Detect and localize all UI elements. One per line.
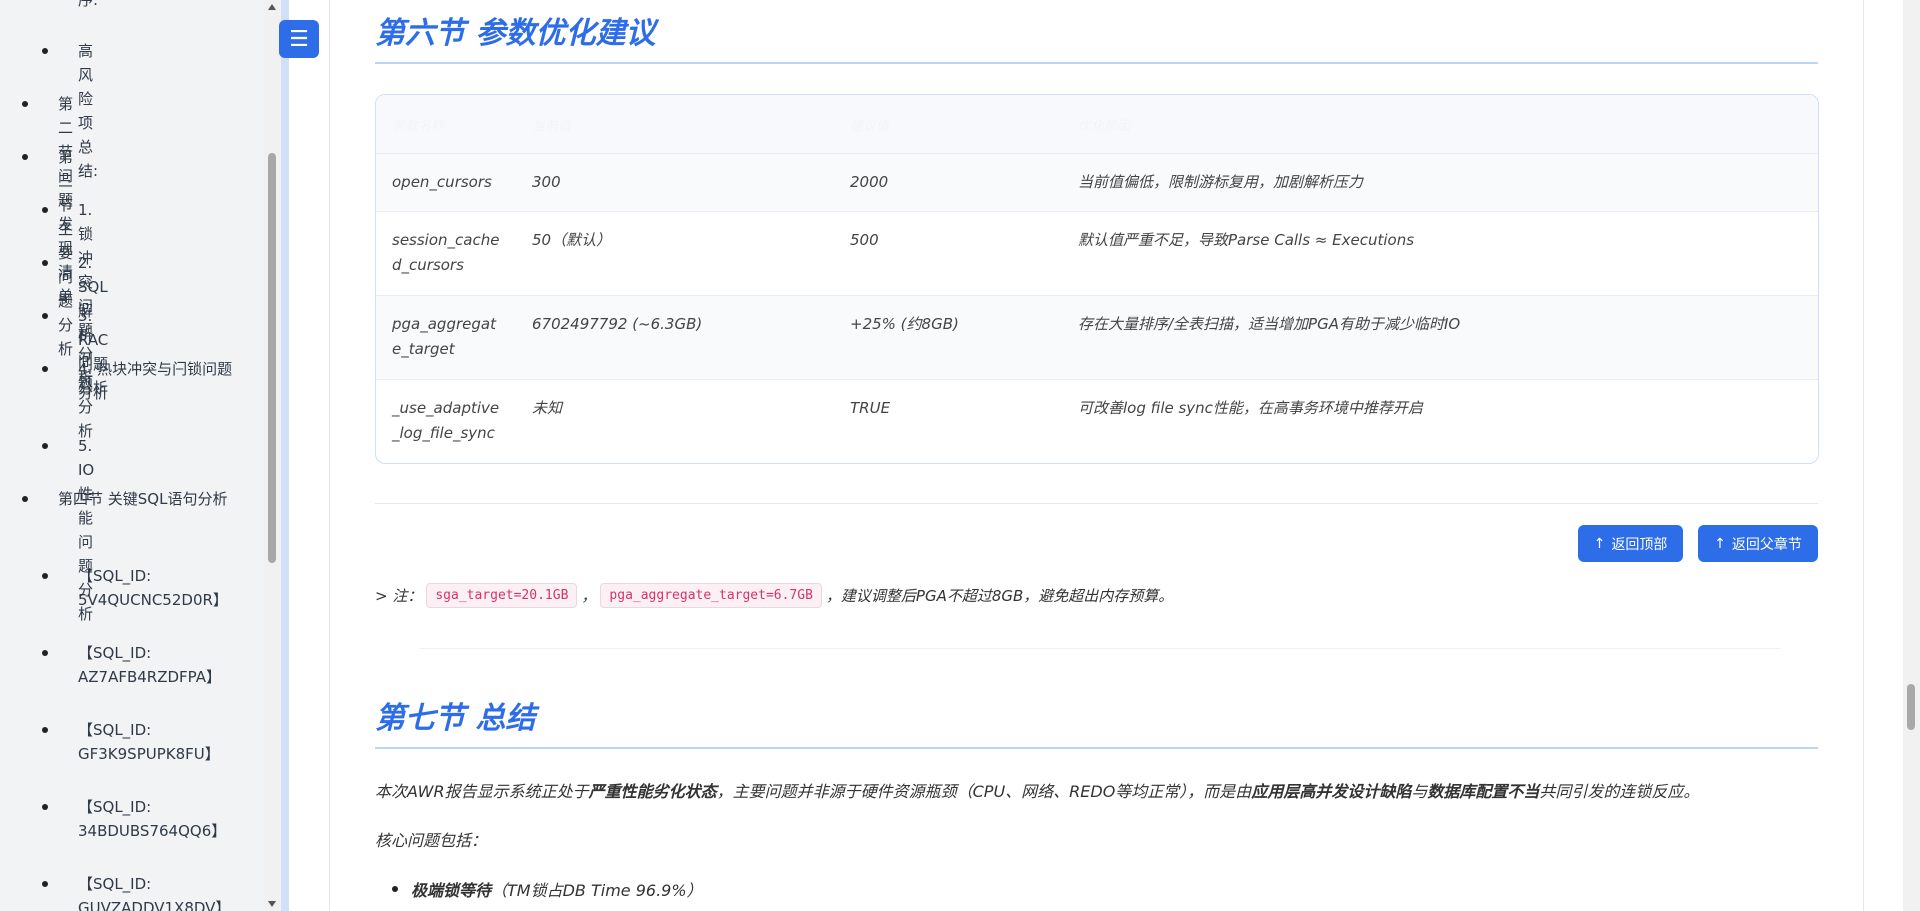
note-separator: ，	[581, 587, 597, 605]
back-to-top-label: 返回顶部	[1611, 536, 1668, 553]
table-cell: 可改善log file sync性能，在高事务环境中推荐开启	[1078, 399, 1423, 417]
bullet-icon	[42, 48, 48, 54]
bullet-icon	[42, 207, 48, 213]
toc-item-label: 4. 热块冲突与闩锁问题分析	[78, 360, 233, 402]
toc-item-label: 【SQL_ID: GUVZADDV1X8DV】	[78, 875, 231, 911]
table-header: 参数名称 当前值 建议值 优化原因	[376, 95, 1818, 153]
table-cell: +25% (约8GB)	[850, 315, 959, 333]
summary-bold: 严重性能劣化状态	[588, 782, 717, 801]
back-to-parent-label: 返回父章节	[1731, 536, 1802, 553]
table-cell: 500	[850, 231, 879, 249]
bullet-icon	[392, 886, 398, 892]
bullet-icon	[42, 727, 48, 733]
page-scrollbar-thumb[interactable]	[1907, 684, 1915, 730]
toc-item-label: 序:	[78, 0, 99, 9]
inline-code: sga_target=20.1GB	[426, 583, 578, 608]
section-divider	[375, 503, 1818, 504]
menu-toggle-button[interactable]: ☰	[279, 20, 319, 58]
arrow-up-icon: ↑	[1593, 535, 1606, 552]
section-title: 第六节 参数优化建议	[375, 16, 656, 51]
summary-text: 与	[1411, 782, 1428, 801]
bullet-icon	[42, 804, 48, 810]
table-cell: 未知	[532, 399, 563, 417]
toc-item-label: 第四节 关键SQL语句分析	[58, 490, 228, 508]
page-scrollbar[interactable]	[1903, 0, 1920, 911]
note-suffix: ，建议调整后PGA不超过8GB，避免超出内存预算。	[825, 587, 1174, 605]
table-row: _use_adaptive_log_file_sync 未知 TRUE 可改善l…	[376, 379, 1818, 463]
bullet-icon	[22, 496, 28, 502]
back-to-parent-button[interactable]: ↑ 返回父章节	[1698, 525, 1818, 562]
toc-item-label: 【SQL_ID: AZ7AFB4RZDFPA】	[78, 644, 222, 686]
table-cell: open_cursors	[392, 173, 492, 191]
toc-sidebar: 序: 高风险项总结: 第二节 问题发现清单 第三节 主要问题分析 1. 锁冲突问…	[0, 0, 264, 911]
bullet-icon	[42, 650, 48, 656]
table-cell: 2000	[850, 173, 889, 191]
scroll-down-icon[interactable]	[268, 901, 276, 907]
menu-icon: ☰	[289, 26, 309, 52]
bullet-icon	[22, 154, 28, 160]
summary-bold: 应用层高并发设计缺陷	[1251, 782, 1412, 801]
bullet-icon	[42, 313, 48, 319]
sidebar-scrollbar-thumb[interactable]	[268, 153, 276, 563]
toc-item-label: 【SQL_ID: GF3K9SPUPK8FU】	[78, 721, 220, 763]
section-title: 第七节 总结	[375, 701, 536, 736]
inline-code: pga_aggregate_target=6.7GB	[600, 583, 822, 608]
column-header: 参数名称	[392, 119, 445, 134]
list-item-bold: 极端锁等待	[411, 881, 492, 900]
column-header: 建议值	[850, 119, 890, 134]
sidebar-divider	[281, 0, 289, 911]
table-cell: 当前值偏低，限制游标复用，加剧解析压力	[1078, 173, 1364, 191]
table-row: open_cursors 300 2000 当前值偏低，限制游标复用，加剧解析压…	[376, 153, 1818, 212]
table-cell: session_cached_cursors	[392, 231, 500, 274]
bullet-icon	[22, 101, 28, 107]
table-cell: pga_aggregate_target	[392, 315, 496, 358]
section-divider	[420, 648, 1780, 649]
section-title-rule	[375, 62, 1818, 64]
scroll-up-icon[interactable]	[268, 4, 276, 10]
table-cell: 6702497792 (~6.3GB)	[532, 315, 703, 333]
table-cell: 存在大量排序/全表扫描，适当增加PGA有助于减少临时IO	[1078, 315, 1461, 333]
column-header: 当前值	[532, 119, 572, 134]
table-row: session_cached_cursors 50（默认） 500 默认值严重不…	[376, 211, 1818, 296]
note-prefix: > 注：	[375, 587, 423, 605]
bullet-icon	[42, 260, 48, 266]
list-item-text: （TM锁占DB Time 96.9%）	[491, 881, 703, 900]
note-line: > 注： sga_target=20.1GB ， pga_aggregate_t…	[375, 583, 1173, 608]
bullet-icon	[42, 366, 48, 372]
bullet-icon	[42, 443, 48, 449]
core-issues-label: 核心问题包括：	[375, 831, 488, 850]
bullet-icon	[42, 573, 48, 579]
toc-item-label: 【SQL_ID: 5V4QUCNC52D0R】	[78, 567, 228, 609]
summary-text: 本次AWR报告显示系统正处于	[375, 782, 589, 801]
summary-paragraph: 本次AWR报告显示系统正处于严重性能劣化状态，主要问题并非源于硬件资源瓶颈（CP…	[375, 778, 1699, 802]
bullet-icon	[42, 881, 48, 887]
column-header: 优化原因	[1078, 119, 1131, 134]
table-cell: _use_adaptive_log_file_sync	[392, 399, 500, 442]
toc-item-label: 【SQL_ID: 34BDUBS764QQ6】	[78, 798, 227, 840]
toc-item-label: 第三节 主要问题分析	[58, 148, 74, 358]
section-title-rule	[375, 747, 1818, 749]
table-cell: 300	[532, 173, 561, 191]
arrow-up-icon: ↑	[1714, 535, 1726, 552]
table-cell: 50（默认）	[532, 231, 612, 249]
summary-bold: 数据库配置不当	[1427, 782, 1540, 801]
summary-text: ，主要问题并非源于硬件资源瓶颈（CPU、网络、REDO等均正常），而是由	[716, 782, 1252, 801]
toc-item-label: 高风险项总结:	[78, 42, 99, 180]
back-to-top-button[interactable]: ↑ 返回顶部	[1578, 525, 1683, 562]
table-cell: TRUE	[850, 399, 891, 417]
sidebar-scrollbar[interactable]	[264, 0, 281, 911]
table-row: pga_aggregate_target 6702497792 (~6.3GB)…	[376, 295, 1818, 380]
table-cell: 默认值严重不足，导致Parse Calls ≈ Executions	[1078, 231, 1415, 249]
summary-text: 共同引发的连锁反应。	[1539, 782, 1700, 801]
param-table: 参数名称 当前值 建议值 优化原因 open_cursors 300 2000 …	[375, 94, 1819, 464]
